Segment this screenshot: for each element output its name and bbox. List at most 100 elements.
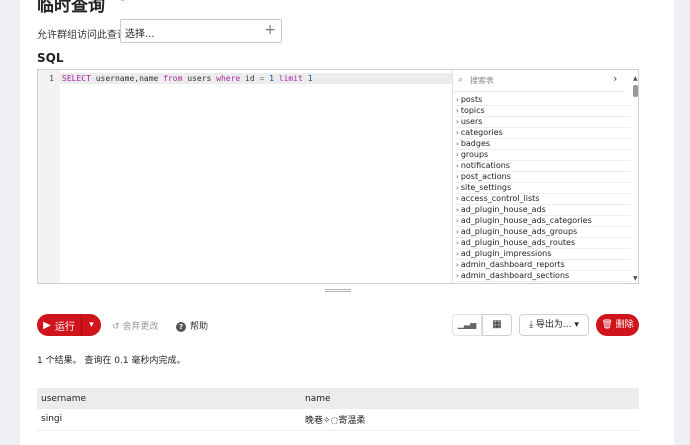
list-item[interactable]: › ad_plugin_house_ads_routes <box>455 238 631 249</box>
sql-column-id: id <box>240 74 260 83</box>
list-item[interactable]: › groups <box>455 150 631 161</box>
caret-right-icon: › <box>456 173 459 181</box>
table-view-toggle[interactable]: ▦ <box>482 314 512 336</box>
download-icon: ⤓ <box>529 320 534 330</box>
discard-label: 舍弃更改 <box>122 322 159 332</box>
schema-scrollbar[interactable]: ▲ ▼ <box>632 75 638 283</box>
list-item[interactable]: › admin_dashboard_reports <box>455 260 631 271</box>
line-number: 1 <box>49 74 54 83</box>
delete-button[interactable]: 🗑 删除 <box>596 314 639 336</box>
sql-section-label: SQL <box>37 51 64 65</box>
caret-right-icon: › <box>456 140 459 148</box>
list-item[interactable]: › ad_plugin_house_ads_categories <box>455 216 631 227</box>
run-button-label: 运行 <box>54 321 75 333</box>
schema-search[interactable]: ⌕ 搜索表 › <box>453 70 623 92</box>
table-name: ad_plugin_house_ads <box>460 205 546 214</box>
sql-editor[interactable]: 1 SELECT username,name from users where … <box>37 69 639 284</box>
table-name: ad_plugin_house_ads_categories <box>460 216 592 225</box>
scroll-down-icon[interactable]: ▼ <box>633 275 638 282</box>
group-access-select[interactable]: 选择... + <box>120 19 282 43</box>
list-item[interactable]: › ad_plugin_house_ads <box>455 205 631 216</box>
list-item[interactable]: › access_control_lists <box>455 194 631 205</box>
edit-icon[interactable]: ✎ <box>117 0 125 5</box>
table-name: topics <box>460 106 485 115</box>
caret-right-icon: › <box>456 151 459 159</box>
schema-search-placeholder: 搜索表 <box>470 76 494 85</box>
list-item[interactable]: › ad_plugin_impressions <box>455 249 631 260</box>
list-item[interactable]: › admin_dashboard_sections <box>455 271 631 282</box>
undo-icon: ↺ <box>112 322 120 332</box>
sql-columns: username,name <box>90 74 164 83</box>
table-row: singi 晚巷✧◌寄温柔 <box>37 409 639 431</box>
table-name: ad_plugin_house_ads_routes <box>460 238 576 247</box>
caret-right-icon: › <box>456 261 459 269</box>
table-name: post_actions <box>460 172 511 181</box>
line-gutter: 1 <box>38 70 60 283</box>
table-name: ad_plugin_house_ads_groups <box>460 227 578 236</box>
schema-panel: ⌕ 搜索表 › › posts › topics › users › categories › b… <box>452 70 638 283</box>
plus-icon: + <box>264 22 276 38</box>
chevron-right-icon[interactable]: › <box>613 72 617 85</box>
caret-right-icon: › <box>456 118 459 126</box>
column-header-username: username <box>37 388 301 409</box>
page-title: 临时查询 <box>37 0 105 16</box>
table-name: notifications <box>460 161 510 170</box>
caret-right-icon: › <box>456 96 459 104</box>
results-table: username name singi 晚巷✧◌寄温柔 <box>37 388 639 431</box>
list-item[interactable]: › posts <box>455 95 631 106</box>
caret-right-icon: › <box>456 195 459 203</box>
chevron-down-icon: ▾ <box>89 320 94 330</box>
schema-table-list: › posts › topics › users › categories › badges › gr… <box>455 95 631 282</box>
caret-right-icon: › <box>456 162 459 170</box>
caret-right-icon: › <box>456 129 459 137</box>
caret-right-icon: › <box>456 217 459 225</box>
table-name: posts <box>460 95 483 104</box>
trash-icon: 🗑 <box>601 320 613 330</box>
delete-label: 删除 <box>615 320 634 330</box>
list-item[interactable]: › site_settings <box>455 183 631 194</box>
result-summary: 1 个结果。 查询在 0.1 毫秒内完成。 <box>37 356 186 366</box>
table-name: groups <box>460 150 489 159</box>
sql-value: 1 <box>264 74 279 83</box>
run-button[interactable]: ▶ 运行 <box>37 314 81 336</box>
list-item[interactable]: › ad_plugin_house_ads_groups <box>455 227 631 238</box>
table-name: admin_dashboard_reports <box>460 260 565 269</box>
caret-right-icon: › <box>456 184 459 192</box>
scroll-up-icon[interactable]: ▲ <box>633 75 638 82</box>
group-access-label: 允许群组访问此查询 <box>37 30 127 41</box>
sql-code[interactable]: SELECT username,name from users where id… <box>62 73 313 84</box>
sql-keyword-where: where <box>216 74 241 83</box>
table-name: categories <box>460 128 503 137</box>
caret-right-icon: › <box>456 206 459 214</box>
sql-table: users <box>182 74 217 83</box>
list-item[interactable]: › topics <box>455 106 631 117</box>
table-name: access_control_lists <box>460 194 540 203</box>
table-name: ad_plugin_impressions <box>460 249 552 258</box>
export-button[interactable]: ⤓ 导出为... ▾ <box>519 314 589 336</box>
table-name: badges <box>460 139 491 148</box>
list-item[interactable]: › notifications <box>455 161 631 172</box>
list-item[interactable]: › categories <box>455 128 631 139</box>
search-icon: ⌕ <box>458 75 464 85</box>
help-button[interactable]: ? 帮助 <box>176 319 208 332</box>
table-cell: singi <box>37 409 301 431</box>
caret-right-icon: › <box>456 107 459 115</box>
discard-changes-button[interactable]: ↺ 舍弃更改 <box>112 319 158 332</box>
editor-resize-handle[interactable] <box>325 289 351 292</box>
caret-right-icon: › <box>456 250 459 258</box>
export-label: 导出为... <box>535 320 572 330</box>
scroll-thumb[interactable] <box>633 85 638 97</box>
list-item[interactable]: › badges <box>455 139 631 150</box>
chevron-down-icon: ▾ <box>574 320 579 330</box>
chart-view-toggle[interactable]: ▁▃▅ <box>452 314 482 336</box>
run-options-dropdown[interactable]: ▾ <box>81 314 101 336</box>
caret-right-icon: › <box>456 272 459 280</box>
caret-right-icon: › <box>456 239 459 247</box>
list-item[interactable]: › post_actions <box>455 172 631 183</box>
table-name: users <box>460 117 483 126</box>
bar-chart-icon: ▁▃▅ <box>457 320 477 329</box>
results-header-row: username name <box>37 388 639 409</box>
column-header-name: name <box>301 388 639 409</box>
list-item[interactable]: › users <box>455 117 631 128</box>
caret-right-icon: › <box>456 228 459 236</box>
